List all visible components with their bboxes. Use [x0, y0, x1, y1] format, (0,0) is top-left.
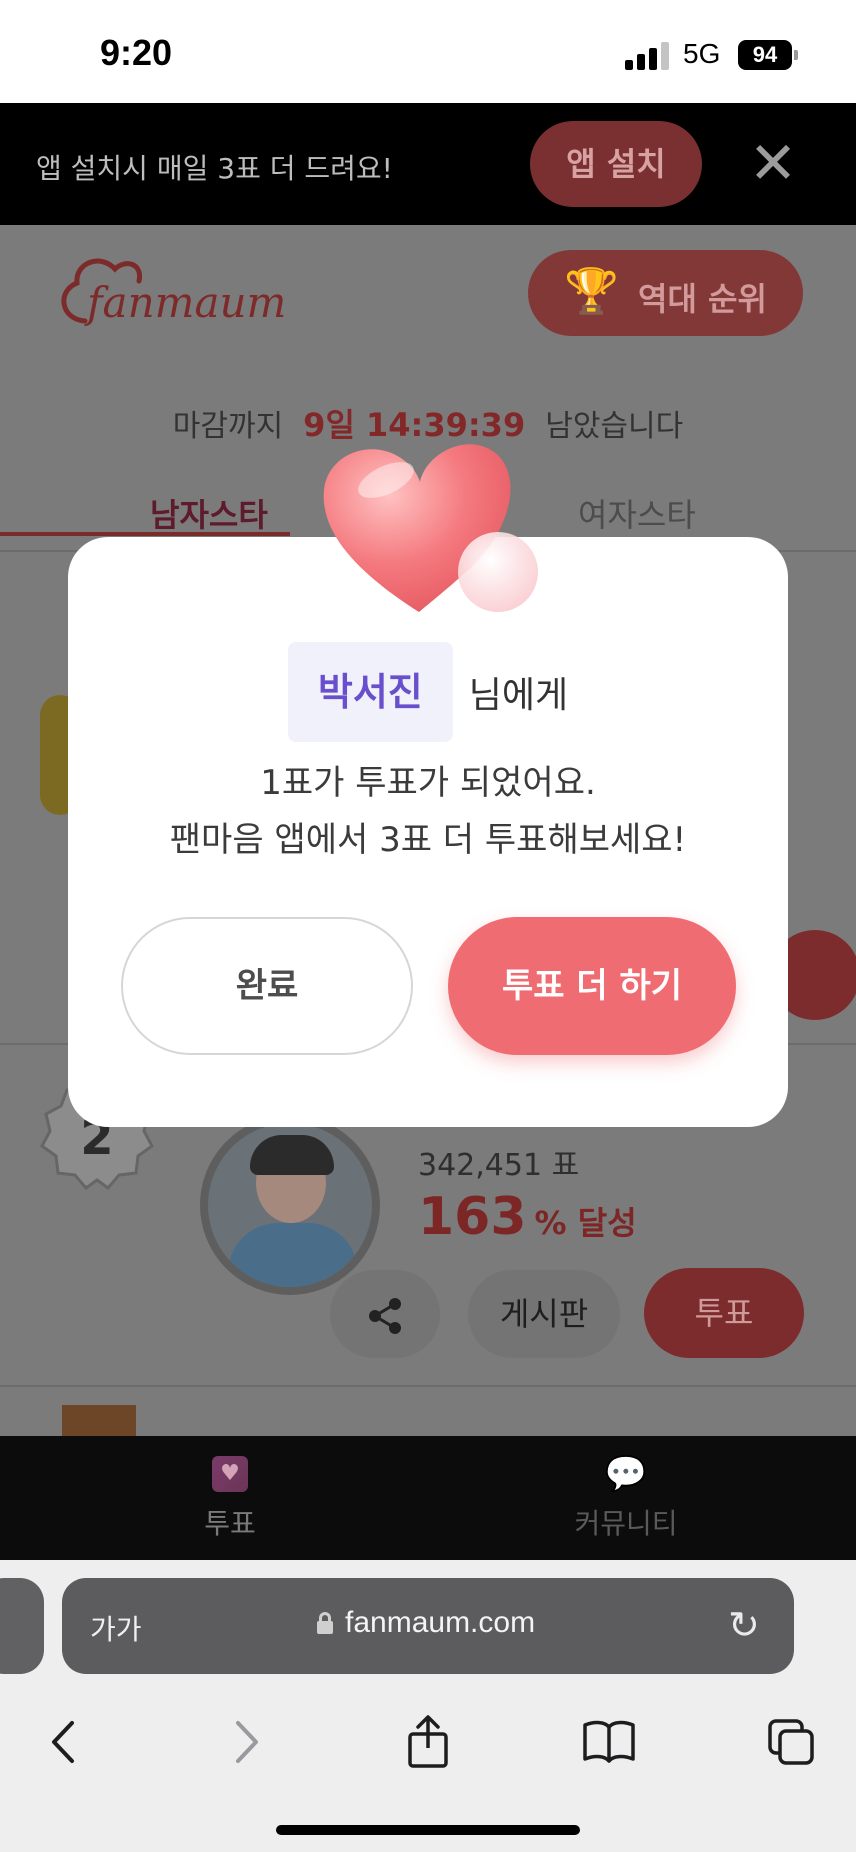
chat-bubble-icon: 💬 [604, 1454, 648, 1494]
nav-vote[interactable]: ♥ 투표 [200, 1456, 260, 1542]
recipient-suffix: 님에게 [468, 675, 569, 716]
vote-count: 342,451 표 [418, 1148, 580, 1183]
battery-cap [794, 50, 798, 60]
app-promo-text: 팬마음 앱에서 3표 더 투표해보세요! [169, 820, 687, 860]
third-place-medal [62, 1405, 136, 1436]
deadline-suffix: 남았습니다 [545, 409, 684, 444]
nav-vote-label: 투표 [204, 1507, 256, 1540]
url-text[interactable]: fanmaum.com [345, 1606, 535, 1640]
battery-icon: 94 [738, 40, 792, 70]
deadline-prefix: 마감까지 [172, 409, 284, 444]
app-install-banner: 앱 설치시 매일 3표 더 드려요! 앱 설치 ✕ [0, 103, 856, 225]
status-bar: 9:20 5G 94 [0, 0, 856, 103]
achievement-percent: 163% 달성 [418, 1187, 637, 1247]
avatar[interactable] [200, 1115, 380, 1295]
bookmarks-icon[interactable] [574, 1694, 644, 1784]
close-icon[interactable]: ✕ [748, 133, 798, 193]
share-icon [369, 1298, 401, 1334]
trophy-icon: 🏆 [564, 266, 619, 317]
tabs-icon[interactable] [756, 1694, 826, 1784]
address-bar[interactable]: 가가 fanmaum.com ↻ [62, 1578, 794, 1674]
reload-icon[interactable]: ↻ [728, 1600, 760, 1650]
all-time-rank-button[interactable]: 🏆 역대 순위 [528, 250, 803, 336]
fanmaum-logo[interactable]: fanmaum [55, 251, 320, 335]
active-tab-indicator [0, 532, 290, 536]
share-button[interactable] [330, 1270, 440, 1358]
lock-icon [317, 1612, 333, 1634]
previous-tab[interactable] [0, 1578, 44, 1674]
install-app-button[interactable]: 앱 설치 [530, 121, 702, 207]
vote-button[interactable]: 투표 [644, 1268, 804, 1358]
recipient-line: 박서진 님에게 [68, 642, 788, 742]
tab-men[interactable]: 남자스타 [150, 490, 268, 536]
status-time: 9:20 [100, 32, 173, 73]
signal-icon [625, 42, 671, 70]
share-icon[interactable] [393, 1694, 463, 1784]
forward-icon[interactable] [212, 1694, 282, 1784]
network-type: 5G [683, 38, 721, 69]
banner-message: 앱 설치시 매일 3표 더 드려요! [36, 152, 393, 185]
done-button[interactable]: 완료 [121, 917, 413, 1055]
vote-more-button[interactable]: 투표 더 하기 [448, 917, 736, 1055]
home-indicator [276, 1825, 580, 1835]
browser-chrome: 가가 fanmaum.com ↻ [0, 1560, 856, 1852]
heart-icon [323, 444, 538, 612]
heart-icon: ♥ [212, 1456, 248, 1492]
back-icon[interactable] [28, 1694, 98, 1784]
rank-button-label: 역대 순위 [638, 280, 767, 318]
divider [0, 1385, 856, 1387]
bottom-nav: ♥ 투표 💬 커뮤니티 [0, 1436, 856, 1560]
text-size-button[interactable]: 가가 [90, 1608, 142, 1648]
nav-community[interactable]: 💬 커뮤니티 [566, 1456, 686, 1542]
vote-confirmation-text: 1표가 투표가 되었어요. [260, 763, 596, 803]
tab-women[interactable]: 여자스타 [578, 490, 696, 536]
percent-value: 163 [418, 1187, 527, 1247]
nav-community-label: 커뮤니티 [574, 1507, 678, 1540]
browser-toolbar [0, 1694, 856, 1784]
recipient-name: 박서진 [287, 642, 453, 742]
logo-text: fanmaum [84, 278, 286, 327]
percent-unit: % 달성 [534, 1204, 637, 1242]
board-button[interactable]: 게시판 [468, 1270, 620, 1358]
